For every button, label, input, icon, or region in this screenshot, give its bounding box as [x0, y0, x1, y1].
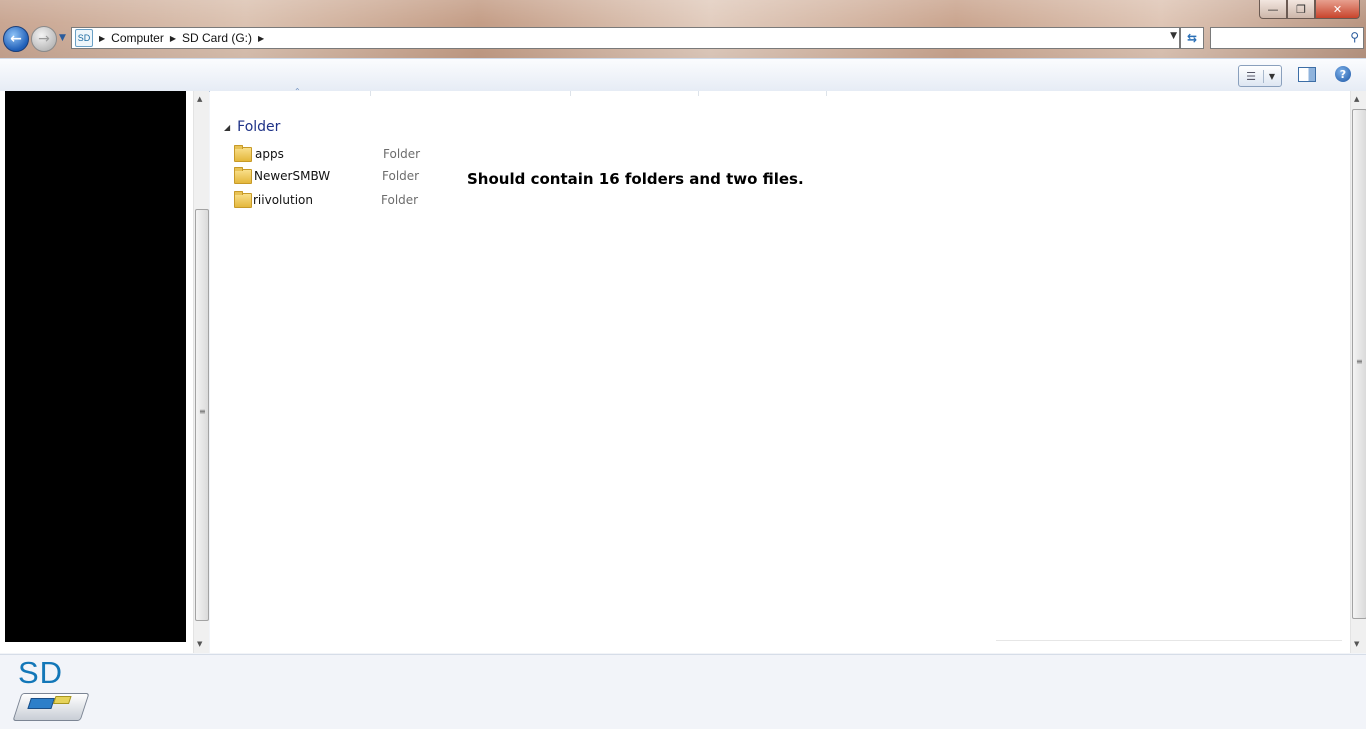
- chevron-down-icon: ▼: [59, 33, 66, 43]
- address-bar[interactable]: SD ▶ Computer ▶ SD Card (G:) ▶ ▼: [71, 27, 1180, 49]
- close-icon: ✕: [1332, 2, 1343, 16]
- scroll-down-icon[interactable]: ▼: [1354, 640, 1359, 648]
- forward-button[interactable]: →: [31, 26, 57, 52]
- annotation-text: Should contain 16 folders and two files.: [467, 170, 804, 188]
- list-item[interactable]: NewerSMBW Folder: [234, 166, 419, 186]
- back-arrow-icon: ←: [10, 31, 22, 47]
- search-input[interactable]: ⚲: [1210, 27, 1364, 49]
- folder-icon: [234, 190, 252, 208]
- help-button[interactable]: ?: [1335, 66, 1351, 82]
- scroll-up-icon[interactable]: ▲: [197, 95, 202, 103]
- scroll-up-icon[interactable]: ▲: [1354, 95, 1359, 103]
- breadcrumb-computer[interactable]: Computer: [111, 31, 164, 45]
- details-pane: SD: [0, 654, 1366, 729]
- grip-icon: ≡: [1356, 357, 1363, 366]
- grip-icon: ≡: [199, 407, 206, 416]
- file-list-scroll-thumb[interactable]: ≡: [1352, 109, 1366, 619]
- navigation-scroll-thumb[interactable]: ≡: [195, 209, 209, 621]
- breadcrumb-separator-icon[interactable]: ▶: [170, 34, 176, 43]
- group-header-folder[interactable]: ◢ Folder: [224, 119, 280, 135]
- recent-pages-dropdown[interactable]: ▼: [59, 33, 66, 43]
- file-list-scrollbar[interactable]: ▲ ≡ ▼: [1350, 91, 1366, 653]
- minimize-icon: —: [1267, 2, 1279, 16]
- file-name: apps: [255, 147, 284, 161]
- preview-pane-button[interactable]: [1298, 67, 1316, 82]
- breadcrumb-separator-icon[interactable]: ▶: [258, 34, 264, 43]
- minimize-button[interactable]: —: [1259, 0, 1287, 19]
- file-name: NewerSMBW: [254, 169, 331, 183]
- breadcrumb-sd-card[interactable]: SD Card (G:): [182, 31, 252, 45]
- sd-card-drive-icon: SD: [75, 29, 93, 47]
- navigation-scrollbar[interactable]: ▲ ≡ ▼: [193, 91, 209, 653]
- divider: [996, 640, 1342, 641]
- maximize-button[interactable]: ❐: [1287, 0, 1315, 19]
- file-name: riivolution: [253, 193, 313, 207]
- refresh-icon: ⇆: [1186, 31, 1198, 45]
- list-item[interactable]: apps Folder: [234, 144, 420, 164]
- group-label: Folder: [237, 119, 281, 135]
- help-icon: ?: [1339, 67, 1347, 81]
- drive-label: SD: [18, 655, 64, 690]
- command-bar: ☰ ▼ ?: [0, 58, 1366, 92]
- forward-arrow-icon: →: [38, 31, 50, 47]
- back-button[interactable]: ←: [3, 26, 29, 52]
- file-type: Folder: [382, 169, 420, 183]
- window-controls: — ❐ ✕: [1259, 0, 1360, 19]
- navigation-pane: ▲ ≡ ▼: [0, 91, 209, 653]
- address-history-dropdown[interactable]: ▼: [1170, 31, 1177, 41]
- details-view-icon[interactable]: ☰: [1239, 69, 1264, 83]
- sort-ascending-icon: ⌃: [294, 87, 301, 96]
- file-type: Folder: [383, 147, 421, 161]
- scroll-down-icon[interactable]: ▼: [197, 640, 202, 648]
- close-button[interactable]: ✕: [1315, 0, 1360, 19]
- refresh-button[interactable]: ⇆: [1180, 27, 1204, 49]
- file-type: Folder: [381, 193, 419, 207]
- folder-icon: [234, 144, 252, 162]
- file-list-pane: ⌃ ◢ Folder apps Folder NewerSMBW Folder …: [210, 87, 1350, 653]
- collapse-triangle-icon[interactable]: ◢: [224, 123, 230, 132]
- search-icon[interactable]: ⚲: [1350, 30, 1359, 44]
- chevron-down-icon[interactable]: ▼: [1264, 72, 1280, 81]
- change-view-button[interactable]: ☰ ▼: [1238, 65, 1282, 87]
- column-headers[interactable]: ⌃: [210, 87, 1350, 96]
- list-item[interactable]: riivolution Folder: [234, 190, 418, 210]
- maximize-icon: ❐: [1296, 2, 1306, 16]
- breadcrumb-separator-icon[interactable]: ▶: [99, 34, 105, 43]
- folder-icon: [234, 166, 252, 184]
- sd-card-drive-icon: [12, 693, 90, 721]
- redacted-navigation-tree: [5, 91, 186, 642]
